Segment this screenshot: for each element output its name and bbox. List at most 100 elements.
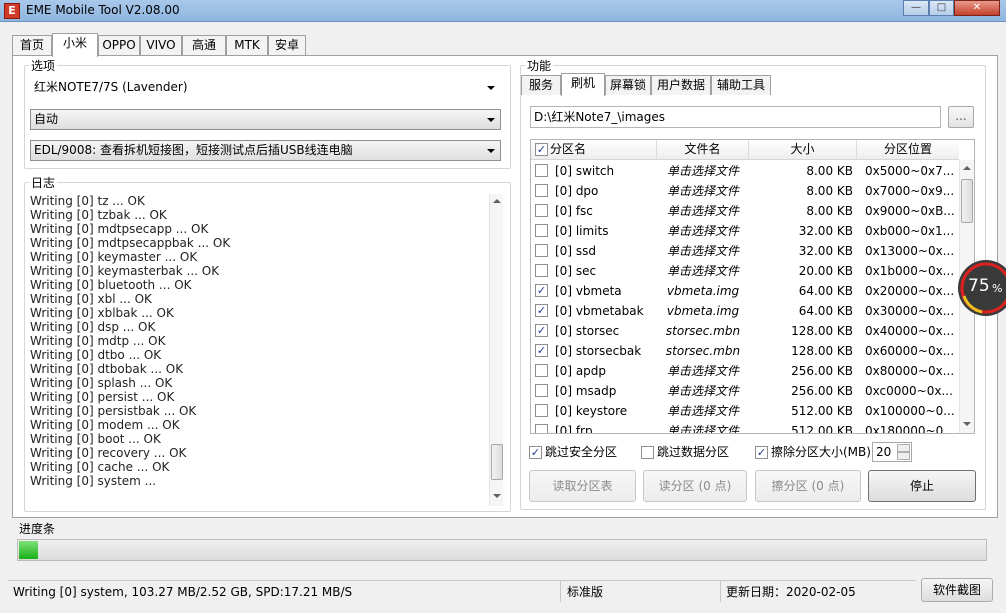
file-name[interactable]: 单击选择文件 <box>657 181 749 201</box>
mode-select[interactable]: 自动 <box>30 109 501 130</box>
read-partition-table-button[interactable]: 读取分区表 <box>529 470 636 502</box>
partition-checkbox[interactable] <box>535 244 548 257</box>
partition-location: 0x80000~0x... <box>865 364 955 378</box>
scroll-thumb[interactable] <box>961 179 973 223</box>
tab-vivo[interactable]: VIVO <box>140 35 182 56</box>
scroll-up-icon[interactable] <box>963 166 971 170</box>
table-row[interactable]: [0] fsc 单击选择文件 8.00 KB 0x9000~0xB... <box>531 201 959 221</box>
stepper-up-icon[interactable] <box>897 444 910 452</box>
progress-label: 进度条 <box>19 522 56 536</box>
partition-checkbox[interactable] <box>535 264 548 277</box>
file-name[interactable]: vbmeta.img <box>657 281 749 301</box>
table-row[interactable]: [0] keystore 单击选择文件 512.00 KB 0x100000~0... <box>531 401 959 421</box>
file-name[interactable]: 单击选择文件 <box>657 261 749 281</box>
table-row[interactable]: [0] frp 单击选择文件 512.00 KB 0x180000~0... <box>531 421 959 433</box>
partition-checkbox[interactable] <box>535 384 548 397</box>
edl-select[interactable]: EDL/9008: 查看拆机短接图，短接测试点后插USB线连电脑 <box>30 140 501 161</box>
file-name[interactable]: 单击选择文件 <box>657 401 749 421</box>
tab-oppo[interactable]: OPPO <box>98 35 140 56</box>
partition-checkbox[interactable] <box>535 364 548 377</box>
partition-checkbox[interactable]: ✓ <box>535 304 548 317</box>
skip-data-checkbox[interactable] <box>641 446 654 459</box>
partition-checkbox[interactable] <box>535 164 548 177</box>
erase-size-checkbox[interactable]: ✓ <box>755 446 768 459</box>
partition-checkbox[interactable] <box>535 184 548 197</box>
header-location[interactable]: 分区位置 <box>857 140 959 160</box>
tab-service[interactable]: 服务 <box>521 75 561 95</box>
model-select[interactable]: 红米NOTE7/7S (Lavender) <box>30 77 501 98</box>
percent-gauge[interactable]: 75 % <box>956 258 1006 318</box>
table-row[interactable]: [0] sec 单击选择文件 20.00 KB 0x1b000~0x... <box>531 261 959 281</box>
tab-xiaomi[interactable]: 小米 <box>52 33 98 57</box>
tab-screen-lock[interactable]: 屏幕锁 <box>605 75 651 95</box>
table-row[interactable]: [0] apdp 单击选择文件 256.00 KB 0x80000~0x... <box>531 361 959 381</box>
partition-checkbox[interactable]: ✓ <box>535 284 548 297</box>
partition-location: 0x13000~0x... <box>865 244 955 258</box>
log-line: Writing [0] dsp ... OK <box>30 320 156 334</box>
table-row[interactable]: [0] ssd 单击选择文件 32.00 KB 0x13000~0x... <box>531 241 959 261</box>
table-row[interactable]: ✓ [0] vbmetabak vbmeta.img 64.00 KB 0x30000~… <box>531 301 959 321</box>
header-partition-name[interactable]: 分区名 <box>531 140 657 160</box>
scroll-down-icon[interactable] <box>493 494 501 498</box>
file-name[interactable]: 单击选择文件 <box>657 221 749 241</box>
partition-size: 512.00 KB <box>791 404 853 418</box>
file-name[interactable]: 单击选择文件 <box>657 241 749 261</box>
chevron-down-icon <box>487 86 495 90</box>
erase-size-stepper[interactable]: 20 <box>872 442 912 462</box>
scroll-thumb[interactable] <box>491 444 503 480</box>
browse-button[interactable]: ... <box>948 106 974 128</box>
image-path-field[interactable]: D:\红米Note7_\images <box>530 106 941 128</box>
partition-checkbox[interactable] <box>535 224 548 237</box>
table-row[interactable]: ✓ [0] storsecbak storsec.mbn 128.00 KB 0x600… <box>531 341 959 361</box>
tab-user-data[interactable]: 用户数据 <box>651 75 711 95</box>
file-name[interactable]: storsec.mbn <box>657 341 749 361</box>
partition-checkbox[interactable]: ✓ <box>535 324 548 337</box>
partition-checkbox[interactable] <box>535 204 548 217</box>
file-name[interactable]: 单击选择文件 <box>657 201 749 221</box>
file-name[interactable]: 单击选择文件 <box>657 421 749 433</box>
maximize-button[interactable]: □ <box>929 0 954 16</box>
read-partition-button[interactable]: 读分区 (0 点) <box>643 470 747 502</box>
table-row[interactable]: [0] switch 单击选择文件 8.00 KB 0x5000~0x7... <box>531 161 959 181</box>
partition-name: [0] msadp <box>555 384 617 398</box>
file-name[interactable]: storsec.mbn <box>657 321 749 341</box>
table-row[interactable]: [0] dpo 单击选择文件 8.00 KB 0x7000~0x9... <box>531 181 959 201</box>
tab-qualcomm[interactable]: 高通 <box>182 35 226 56</box>
minimize-button[interactable]: — <box>903 0 929 16</box>
file-name[interactable]: 单击选择文件 <box>657 361 749 381</box>
table-row[interactable]: [0] limits 单击选择文件 32.00 KB 0xb000~0x1... <box>531 221 959 241</box>
stepper-down-icon[interactable] <box>897 452 910 460</box>
edition-label: 标准版 <box>560 580 720 602</box>
log-line: Writing [0] modem ... OK <box>30 418 180 432</box>
file-name[interactable]: 单击选择文件 <box>657 381 749 401</box>
app-logo-icon: E <box>4 3 20 19</box>
scroll-up-icon[interactable] <box>493 199 501 203</box>
stop-button[interactable]: 停止 <box>868 470 976 502</box>
partition-checkbox[interactable] <box>535 404 548 417</box>
tab-android[interactable]: 安卓 <box>268 35 306 56</box>
tab-mtk[interactable]: MTK <box>226 35 268 56</box>
scroll-down-icon[interactable] <box>963 422 971 426</box>
gauge-number: 75 <box>968 276 990 296</box>
table-row[interactable]: [0] msadp 单击选择文件 256.00 KB 0xc0000~0x... <box>531 381 959 401</box>
close-button[interactable]: ✕ <box>954 0 1000 16</box>
header-file-name[interactable]: 文件名 <box>657 140 749 160</box>
tab-tools[interactable]: 辅助工具 <box>711 75 771 95</box>
tab-flash[interactable]: 刷机 <box>561 73 605 96</box>
partition-checkbox[interactable]: ✓ <box>535 344 548 357</box>
partition-location: 0x5000~0x7... <box>865 164 955 178</box>
partition-name: [0] sec <box>555 264 597 278</box>
file-name[interactable]: 单击选择文件 <box>657 161 749 181</box>
table-row[interactable]: ✓ [0] storsec storsec.mbn 128.00 KB 0x40000~… <box>531 321 959 341</box>
partition-checkbox[interactable] <box>535 424 548 433</box>
file-name[interactable]: vbmeta.img <box>657 301 749 321</box>
tab-home[interactable]: 首页 <box>12 35 52 56</box>
screenshot-button[interactable]: 软件截图 <box>921 578 993 602</box>
skip-security-checkbox[interactable]: ✓ <box>529 446 542 459</box>
log-line: Writing [0] xblbak ... OK <box>30 306 174 320</box>
log-scrollbar[interactable] <box>489 194 503 506</box>
status-bar: Writing [0] system, 103.27 MB/2.52 GB, S… <box>0 578 1006 606</box>
table-row[interactable]: ✓ [0] vbmeta vbmeta.img 64.00 KB 0x20000~0x.… <box>531 281 959 301</box>
header-size[interactable]: 大小 <box>749 140 857 160</box>
erase-partition-button[interactable]: 擦分区 (0 点) <box>755 470 861 502</box>
